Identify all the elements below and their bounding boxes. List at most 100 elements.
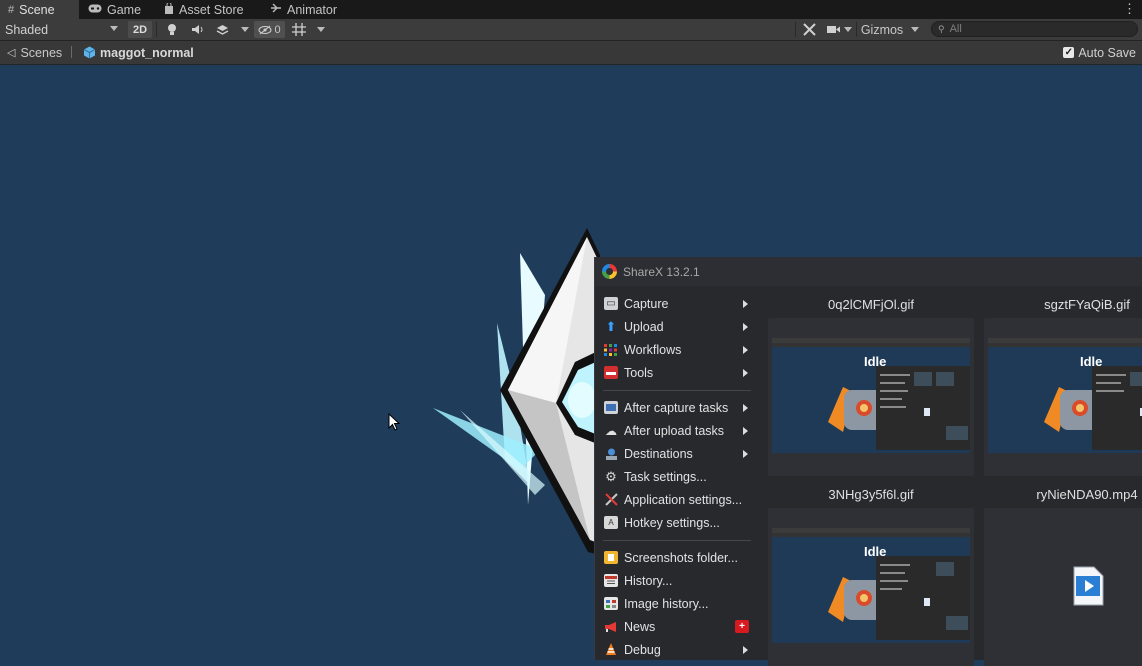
thumbnail-filename: 0q2lCMFjOl.gif [828, 297, 914, 312]
preview-side-panel [1092, 366, 1142, 450]
thumbnail-filename: sgztFYaQiB.gif [1044, 297, 1130, 312]
mouse-cursor-icon [388, 413, 400, 431]
store-icon [164, 1, 174, 17]
grid-icon [292, 23, 306, 36]
breadcrumb-scenes[interactable]: ◁ Scenes [7, 41, 62, 64]
menu-item-label: History... [624, 573, 673, 588]
after-capture-icon [604, 401, 618, 414]
chevron-down-icon [317, 27, 325, 32]
wrench-icon [604, 493, 618, 506]
thumbnail-item[interactable] [984, 508, 1142, 666]
toggle-2d-button[interactable]: 2D [128, 21, 152, 38]
speaker-icon [191, 25, 202, 34]
checkbox-checked-icon[interactable]: ✓ [1063, 47, 1075, 58]
grid-toggle-button[interactable] [290, 21, 308, 38]
menu-item-label: After upload tasks [624, 423, 725, 438]
menu-item-debug[interactable]: Debug [595, 638, 755, 661]
submenu-arrow-icon [743, 300, 748, 308]
menu-item-label: Application settings... [624, 492, 743, 507]
menu-item-after-capture-tasks[interactable]: After capture tasks [595, 396, 755, 419]
after-upload-icon: ☁ [605, 423, 617, 438]
gif-preview-image: Idle [772, 338, 970, 453]
submenu-arrow-icon [743, 369, 748, 377]
tab-asset-store[interactable]: Asset Store [156, 0, 252, 19]
thumbnail-item[interactable]: Idle [984, 318, 1142, 476]
camera-settings-dropdown[interactable] [824, 21, 854, 38]
more-options-icon[interactable]: ⋮ [1123, 1, 1136, 17]
hidden-objects-toggle[interactable]: 0 [254, 21, 285, 38]
toolbar-divider [156, 22, 157, 37]
history-icon [604, 574, 618, 587]
gear-icon: ⚙ [605, 469, 617, 484]
thumbnail-item[interactable]: Idle [768, 508, 974, 666]
scene-name: maggot_normal [100, 45, 194, 60]
menu-item-application-settings[interactable]: Application settings... [595, 488, 755, 511]
tab-label: Animator [287, 2, 338, 17]
menu-item-screenshots-folder[interactable]: Screenshots folder... [595, 546, 755, 569]
gamepad-icon [88, 4, 102, 16]
submenu-arrow-icon [743, 427, 748, 435]
effects-toggle-button[interactable] [213, 21, 231, 38]
gif-preview-image: Idle [988, 338, 1142, 453]
hidden-count: 0 [274, 23, 281, 36]
lightbulb-icon [168, 24, 176, 35]
preview-side-panel [876, 366, 970, 450]
image-history-icon [604, 597, 618, 610]
tab-game[interactable]: Game [80, 0, 149, 19]
auto-save-label: Auto Save [1078, 45, 1136, 60]
menu-item-task-settings[interactable]: ⚙ Task settings... [595, 465, 755, 488]
tab-scene[interactable]: # Scene [0, 0, 79, 19]
menu-item-news[interactable]: News + [595, 615, 755, 638]
menu-item-capture[interactable]: ▭ Capture [595, 292, 755, 315]
prefab-cube-icon [83, 46, 96, 59]
folder-icon [604, 551, 618, 564]
effects-dropdown[interactable] [238, 21, 252, 38]
grid-dropdown[interactable] [314, 21, 328, 38]
menu-separator [603, 390, 751, 391]
thumbnail-item[interactable]: Idle [768, 318, 974, 476]
menu-item-tools[interactable]: ▬ Tools [595, 361, 755, 384]
keyboard-icon: A [604, 516, 618, 529]
thumbnail-filename: ryNieNDA90.mp4 [1036, 487, 1138, 502]
submenu-arrow-icon [743, 323, 748, 331]
menu-item-upload[interactable]: ⬆ Upload [595, 315, 755, 338]
gizmos-dropdown[interactable] [908, 21, 922, 38]
menu-item-label: Workflows [624, 342, 682, 357]
menu-item-hotkey-settings[interactable]: A Hotkey settings... [595, 511, 755, 534]
gizmos-button[interactable]: Gizmos [860, 21, 904, 38]
animator-icon [270, 3, 282, 16]
hierarchy-search-input[interactable]: ⚲ All [931, 21, 1138, 37]
audio-toggle-button[interactable] [188, 21, 206, 38]
menu-item-workflows[interactable]: Workflows [595, 338, 755, 361]
tab-label: Game [107, 2, 142, 17]
tab-label: Scene [19, 2, 55, 17]
chevron-down-icon [911, 27, 919, 32]
tab-animator[interactable]: Animator [262, 0, 345, 19]
menu-item-destinations[interactable]: Destinations [595, 442, 755, 465]
destinations-icon [604, 447, 618, 460]
draw-mode-dropdown[interactable]: Shaded [0, 19, 124, 40]
tools-button[interactable] [800, 21, 818, 38]
news-badge: + [735, 620, 749, 633]
breadcrumb-current-scene[interactable]: maggot_normal [83, 41, 194, 64]
menu-item-label: Destinations [624, 446, 693, 461]
auto-save-toggle[interactable]: ✓ Auto Save [1063, 41, 1136, 64]
workflows-icon [604, 343, 618, 356]
gif-preview-image: Idle [772, 528, 970, 643]
menu-separator [603, 540, 751, 541]
debug-icon [604, 643, 618, 656]
menu-item-label: Upload [624, 319, 664, 334]
menu-item-after-upload-tasks[interactable]: ☁ After upload tasks [595, 419, 755, 442]
upload-icon: ⬆ [605, 319, 617, 334]
menu-item-label: News [624, 619, 656, 634]
menu-item-image-history[interactable]: Image history... [595, 592, 755, 615]
menu-item-history[interactable]: History... [595, 569, 755, 592]
menu-item-label: After capture tasks [624, 400, 729, 415]
layers-icon [216, 24, 228, 35]
lighting-toggle-button[interactable] [163, 21, 181, 38]
scene-toolbar: Shaded 2D 0 Gizmos ⚲ All [0, 19, 1142, 41]
menu-item-label: Image history... [624, 596, 709, 611]
toolbar-divider [795, 22, 796, 37]
menu-item-label: Hotkey settings... [624, 515, 720, 530]
chevron-down-icon [241, 27, 249, 32]
